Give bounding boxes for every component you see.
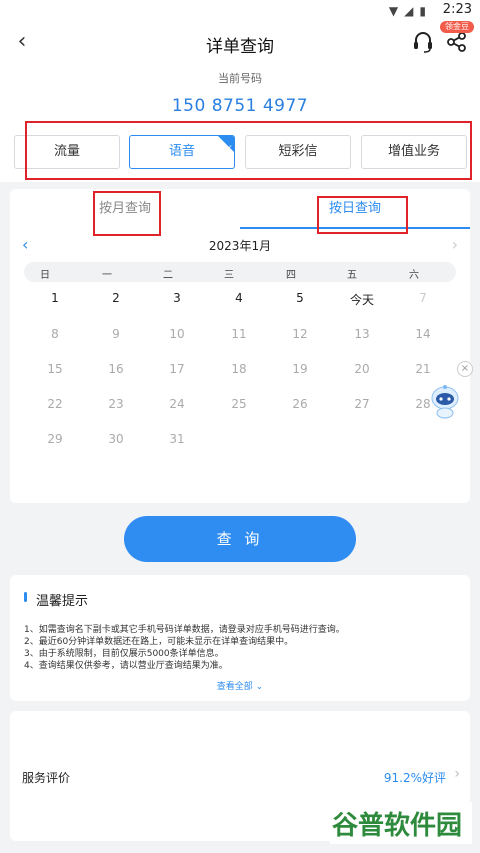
chevron-right-icon[interactable]: › bbox=[452, 235, 458, 254]
page-title: 详单查询 bbox=[206, 37, 274, 57]
calendar-day: 21 bbox=[415, 362, 431, 376]
weekday-header: 日 一 二 三 四 五 六 bbox=[24, 262, 456, 282]
weekday-label: 五 bbox=[347, 270, 357, 281]
reward-badge[interactable]: 领金豆 bbox=[440, 21, 474, 33]
watermark-text: 谷普软件园 bbox=[332, 810, 462, 841]
calendar-day: 22 bbox=[47, 397, 63, 411]
wifi-icon: ▼ bbox=[388, 4, 399, 18]
calendar-card: 按月查询 按日查询 ‹ 2023年1月 › 日 一 二 三 四 五 六 1 2 … bbox=[10, 189, 470, 503]
status-icons: ▼ ◢ ▮ bbox=[389, 4, 426, 18]
view-all-link[interactable]: 查看全部 ⌄ bbox=[10, 679, 470, 692]
calendar-day: 18 bbox=[231, 362, 247, 376]
evaluation-label: 服务评价 bbox=[22, 771, 71, 785]
phone-label: 当前号码 bbox=[218, 72, 262, 85]
calendar-day: 11 bbox=[231, 327, 247, 341]
calendar-day[interactable]: 4 bbox=[217, 291, 261, 305]
tips-accent-bar bbox=[24, 592, 27, 602]
calendar-day: 16 bbox=[108, 362, 124, 376]
calendar-day: 7 bbox=[419, 291, 427, 305]
tabs-highlight-box bbox=[25, 121, 472, 180]
day-tab-highlight-box bbox=[317, 196, 408, 234]
month-navigation: ‹ 2023年1月 › bbox=[10, 233, 470, 257]
weekday-label: 二 bbox=[163, 270, 173, 281]
evaluation-value: 91.2%好评 bbox=[383, 771, 446, 785]
tips-line: 4、查询结果仅供参考，请以营业厅查询结果为准。 bbox=[24, 661, 228, 671]
query-button[interactable]: 查 询 bbox=[124, 516, 356, 562]
tips-title: 温馨提示 bbox=[36, 594, 89, 609]
close-icon[interactable]: × bbox=[457, 361, 473, 377]
header: ‹ 详单查询 领金豆 bbox=[0, 21, 480, 64]
calendar-day: 15 bbox=[47, 362, 63, 376]
assistant-robot-icon[interactable] bbox=[426, 382, 464, 420]
tips-card: 温馨提示 1、如需查询名下副卡或其它手机号码详单数据，请登录对应手机号码进行查询… bbox=[10, 575, 470, 701]
calendar-day: 10 bbox=[169, 327, 185, 341]
calendar-day[interactable]: 3 bbox=[155, 291, 199, 305]
calendar-day: 19 bbox=[292, 362, 308, 376]
calendar-day: 20 bbox=[354, 362, 370, 376]
chevron-right-icon: › bbox=[454, 766, 460, 782]
status-time: 2:23 bbox=[442, 2, 472, 17]
calendar-day: 23 bbox=[108, 397, 124, 411]
signal-icon: ◢ bbox=[404, 4, 414, 18]
weekday-label: 三 bbox=[224, 270, 234, 281]
calendar-day: 24 bbox=[169, 397, 185, 411]
weekday-label: 日 bbox=[40, 270, 50, 281]
month-tab-highlight-box bbox=[93, 191, 161, 236]
status-bar: ▼ ◢ ▮ 2:23 bbox=[0, 0, 480, 22]
calendar-day: 30 bbox=[108, 432, 124, 446]
weekday-label: 一 bbox=[102, 270, 112, 281]
calendar-day: 25 bbox=[231, 397, 247, 411]
calendar-day: 17 bbox=[169, 362, 185, 376]
calendar-day: 14 bbox=[415, 327, 431, 341]
calendar-day[interactable]: 1 bbox=[33, 291, 77, 305]
calendar-day: 31 bbox=[169, 432, 185, 446]
weekday-label: 四 bbox=[286, 270, 296, 281]
calendar-day[interactable]: 2 bbox=[94, 291, 138, 305]
phone-number: 150 8751 4977 bbox=[171, 96, 309, 116]
calendar-day: 9 bbox=[112, 327, 120, 341]
headset-icon[interactable] bbox=[410, 28, 436, 56]
calendar-day-today[interactable]: 今天 bbox=[340, 291, 384, 308]
weekday-label: 六 bbox=[409, 270, 419, 281]
battery-icon: ▮ bbox=[419, 4, 426, 18]
month-title: 2023年1月 bbox=[208, 239, 272, 253]
calendar-day: 13 bbox=[354, 327, 370, 341]
calendar-day: 26 bbox=[292, 397, 308, 411]
calendar-day: 27 bbox=[354, 397, 370, 411]
calendar-day[interactable]: 5 bbox=[278, 291, 322, 305]
watermark-logo: 谷普软件园 bbox=[330, 802, 472, 844]
calendar-day: 12 bbox=[292, 327, 308, 341]
calendar-day: 8 bbox=[51, 327, 59, 341]
calendar-day: 29 bbox=[47, 432, 63, 446]
